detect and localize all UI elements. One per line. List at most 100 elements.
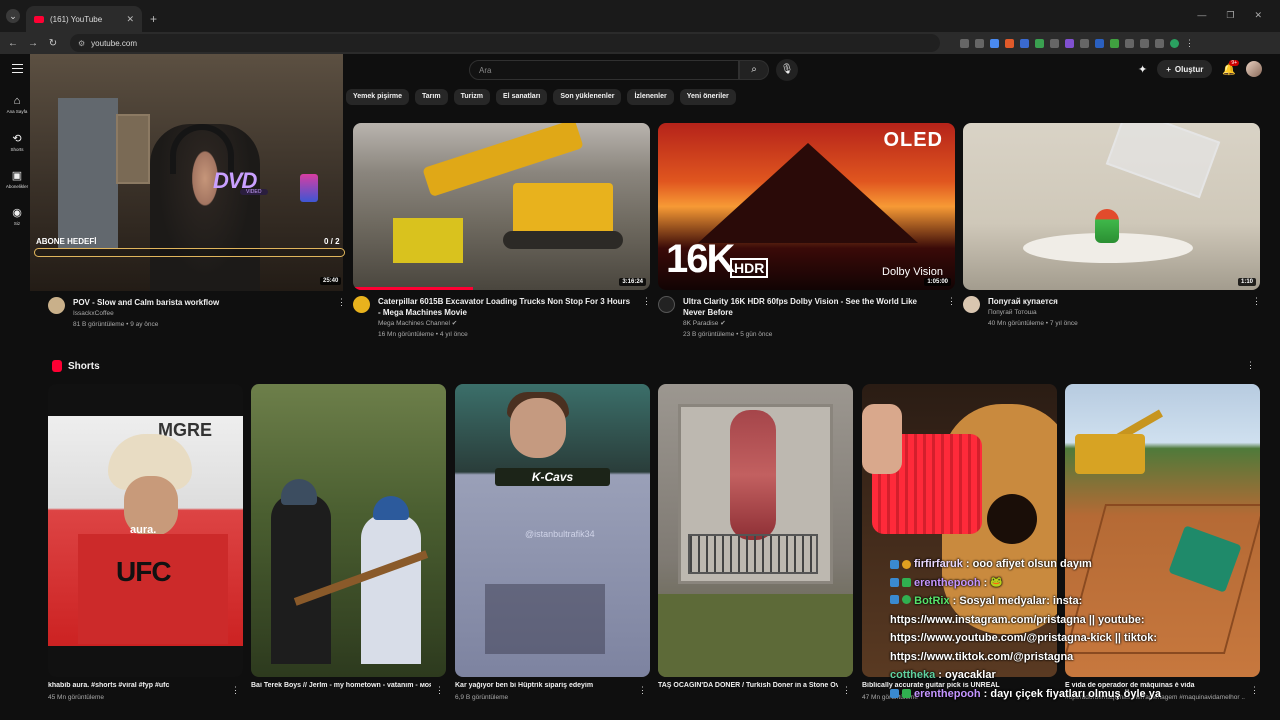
forward-icon[interactable]: →: [28, 38, 38, 49]
extension-icon[interactable]: [1095, 38, 1104, 48]
extension-icon[interactable]: [1050, 38, 1059, 48]
more-options-icon[interactable]: ⋮: [231, 685, 240, 696]
video-title[interactable]: POV - Slow and Calm barista workflow: [73, 297, 329, 308]
minimize-icon[interactable]: —: [1197, 10, 1206, 21]
channel-name[interactable]: Mega Machines Channel ✔: [378, 318, 634, 329]
more-options-icon[interactable]: ⋮: [947, 296, 956, 340]
video-thumbnail[interactable]: OLED 16K HDR Dolby Vision 1:05:00: [658, 123, 955, 290]
menu-icon[interactable]: [12, 64, 23, 73]
extension-icon[interactable]: [1035, 38, 1044, 48]
excavator-track: [503, 231, 623, 249]
short-title[interactable]: TAŞ OCAĞIN'DA DÖNER / Turkish Doner in a…: [658, 682, 838, 689]
extension-icon[interactable]: [1140, 38, 1149, 48]
more-options-icon[interactable]: ⋮: [337, 297, 346, 330]
more-options-icon[interactable]: ⋮: [1252, 296, 1261, 329]
gemini-icon[interactable]: ✦: [1138, 63, 1147, 76]
extension-icon[interactable]: [1155, 38, 1164, 48]
more-options-icon[interactable]: ⋮: [638, 685, 647, 696]
video-thumbnail[interactable]: 1:10: [963, 123, 1260, 290]
excavator: [1075, 434, 1145, 474]
channel-avatar[interactable]: [48, 297, 65, 314]
channel-name[interactable]: IssackxCoffee: [73, 308, 329, 319]
grill-grate: [688, 534, 818, 574]
chip[interactable]: İzlenenler: [627, 89, 674, 105]
extension-icon[interactable]: [1080, 38, 1089, 48]
reload-icon[interactable]: ↻: [48, 38, 58, 49]
home-icon: ⌂: [13, 95, 21, 107]
search-input[interactable]: Ara: [469, 60, 739, 80]
extension-icon[interactable]: [960, 38, 969, 48]
more-options-icon[interactable]: ⋮: [842, 685, 851, 696]
extension-icon[interactable]: [990, 38, 999, 48]
video-thumbnail[interactable]: 3:16:24: [353, 123, 650, 290]
notifications-button[interactable]: 🔔 9+: [1222, 59, 1240, 76]
verified-icon: ✔: [451, 320, 458, 327]
url-text: youtube.com: [91, 38, 137, 48]
extension-icon[interactable]: [975, 38, 984, 48]
truck-shape: [485, 584, 605, 654]
short-thumbnail[interactable]: [251, 384, 446, 677]
chip[interactable]: Yemek pişirme: [346, 89, 410, 105]
video-text: Caterpillar 6015B Excavator Loading Truc…: [378, 296, 634, 340]
short-title[interactable]: Kar yağıyor ben bi Hüptrik sipariş edeyi…: [455, 682, 635, 689]
profile-icon[interactable]: [1170, 38, 1179, 48]
shorts-more-options-icon[interactable]: ⋮: [1246, 360, 1255, 371]
create-button[interactable]: + Oluştur: [1157, 60, 1213, 78]
sidebar-item-you[interactable]: ◉ Siz: [0, 197, 34, 234]
channel-name[interactable]: Попугай Тотоша: [988, 307, 1244, 318]
voice-search-button[interactable]: 🎙: [776, 59, 798, 81]
browser-menu-icon[interactable]: ⋮: [1185, 38, 1194, 48]
close-window-icon[interactable]: ✕: [1254, 10, 1262, 21]
account-avatar[interactable]: [1246, 61, 1263, 77]
chip[interactable]: Son yüklenenler: [553, 89, 622, 105]
channel-avatar[interactable]: [353, 296, 370, 313]
channel-name[interactable]: 8K Paradise ✔: [683, 318, 939, 329]
user-icon: ◉: [12, 206, 22, 219]
chip[interactable]: Turizm: [453, 89, 491, 105]
chat-text: :: [983, 576, 988, 589]
tab-youtube[interactable]: (161) YouTube ✕: [26, 6, 142, 32]
video-title[interactable]: Попугай купается: [988, 296, 1244, 307]
new-tab-icon[interactable]: +: [150, 12, 157, 26]
sidebar-item-home[interactable]: ⌂ Ana Sayfa: [0, 86, 34, 123]
extension-icon[interactable]: [1005, 38, 1014, 48]
sidebar-item-label: Siz: [13, 220, 21, 226]
more-options-icon[interactable]: ⋮: [642, 296, 651, 340]
video-title[interactable]: Ultra Clarity 16K HDR 60fps Dolby Vision…: [683, 296, 939, 318]
chip[interactable]: Yeni öneriler: [679, 89, 736, 105]
short-title[interactable]: Bai Terek Boys // Jerlm - my hometown - …: [251, 682, 431, 689]
excavator-body: [513, 183, 613, 238]
extension-icon[interactable]: [1110, 38, 1119, 48]
maximize-icon[interactable]: ❐: [1226, 10, 1234, 21]
channel-avatar[interactable]: [963, 296, 980, 313]
search-button[interactable]: ⌕: [739, 60, 769, 80]
verified-icon: ✔: [720, 320, 726, 327]
musician-hat: [281, 479, 317, 505]
chat-message: cottheka : oyacaklar: [890, 666, 1180, 685]
parrot: [1095, 209, 1119, 243]
tab-search-icon[interactable]: ⌄: [6, 9, 20, 23]
short-thumbnail[interactable]: K-Cavs @istanbultrafik34: [455, 384, 650, 677]
channel-avatar[interactable]: [658, 296, 675, 313]
extension-icon[interactable]: [1020, 38, 1029, 48]
more-options-icon[interactable]: ⋮: [435, 685, 444, 696]
video-title[interactable]: Caterpillar 6015B Excavator Loading Truc…: [378, 296, 634, 318]
sidebar-item-subscriptions[interactable]: ▣ Abonelikler: [0, 160, 34, 197]
site-info-icon[interactable]: ⚙: [78, 39, 85, 48]
chip[interactable]: Tarım: [415, 89, 448, 105]
short-thumbnail[interactable]: MGRE aura. UFC: [48, 384, 243, 677]
extension-icon[interactable]: [1125, 38, 1134, 48]
address-bar[interactable]: ⚙ youtube.com: [70, 34, 940, 52]
watermark-text: @istanbultrafik34: [525, 529, 595, 539]
short-thumbnail[interactable]: [658, 384, 853, 677]
chip[interactable]: El sanatları: [496, 89, 548, 105]
short-shirt-text: UFC: [116, 556, 172, 587]
sidebar-item-shorts[interactable]: ⟲ Shorts: [0, 123, 34, 160]
subscriber-goal-label: ABONE HEDEFİ: [36, 237, 97, 246]
back-icon[interactable]: ←: [8, 38, 18, 49]
extension-icon[interactable]: [1065, 38, 1074, 48]
close-tab-icon[interactable]: ✕: [126, 14, 134, 25]
more-options-icon[interactable]: ⋮: [1250, 685, 1259, 696]
video-meta: Caterpillar 6015B Excavator Loading Truc…: [353, 296, 651, 340]
short-title[interactable]: khabib aura. #shorts #viral #fyp #ufc: [48, 682, 228, 689]
